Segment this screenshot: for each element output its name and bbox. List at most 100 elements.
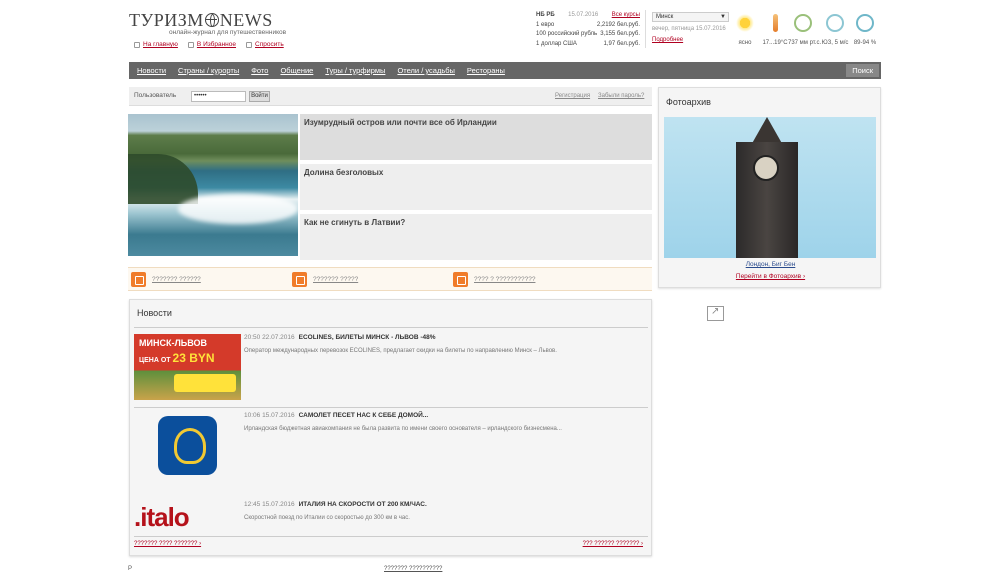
ask-link-label[interactable]: Спросить [255, 41, 284, 48]
thumb-price-prefix: ЦЕНА ОТ [139, 357, 171, 364]
news-thumbnail[interactable]: .italo [134, 501, 241, 533]
nav-item-news[interactable]: Новости [131, 66, 172, 75]
login-button[interactable]: Войти [249, 91, 270, 102]
question-icon [246, 41, 253, 48]
photo-archive-image[interactable] [664, 117, 876, 258]
featured-item[interactable]: Изумрудный остров или почти все об Ирлан… [300, 114, 652, 162]
news-date: 20:50 22.07.2016 [244, 334, 295, 341]
category-item[interactable]: ??????? ????? [292, 272, 358, 287]
globe-icon [204, 13, 219, 27]
weather-value: ЮЗ, 5 м/с [821, 40, 849, 46]
italo-logo: .italo [134, 501, 190, 532]
featured-image-rock [128, 154, 198, 204]
home-link[interactable]: На главную [134, 41, 178, 48]
category-strip: ??????? ?????? ??????? ????? ???? ? ????… [128, 267, 652, 291]
star-icon [187, 41, 194, 48]
category-label[interactable]: ???? ? ??????????? [474, 276, 535, 283]
news-thumbnail[interactable]: МИНСК-ЛЬВОВ ЦЕНА ОТ 23 BYN [134, 334, 241, 400]
news-excerpt: Ирландская бюджетная авиакомпания не был… [244, 426, 562, 432]
rate-row: 1 доллар США 1,97 бел.руб. [536, 40, 640, 50]
thumb-price-line: ЦЕНА ОТ 23 BYN [139, 351, 215, 365]
news-title: Новости [137, 308, 172, 318]
news-title-link[interactable]: ECOLINES, БИЛЕТЫ МИНСК - ЛЬВОВ -48% [299, 334, 436, 341]
bottom-text-left: Р [128, 566, 133, 572]
photo-archive-panel: Фотоархив Лондон, Биг Бен Перейти в Фото… [658, 87, 881, 288]
category-item[interactable]: ???? ? ??????????? [453, 272, 535, 287]
page: ТУРИЗМ NEWS онлайн-журнал для путешествен… [0, 0, 1007, 572]
rate-value: 1,97 бел.руб. [603, 40, 640, 47]
hotel-icon [453, 272, 468, 287]
news-head: 20:50 22.07.2016 ECOLINES, БИЛЕТЫ МИНСК -… [244, 334, 436, 341]
category-label[interactable]: ??????? ????? [313, 276, 358, 283]
header-links: На главную В Избранное Спросить [134, 41, 284, 48]
category-label[interactable]: ??????? ?????? [152, 276, 201, 283]
rate-name: 100 российский рубль [536, 31, 598, 37]
username-label: Пользователь [134, 92, 177, 99]
weather-value: 89-94 % [853, 40, 877, 46]
photo-archive-link[interactable]: Перейти в Фотоархив › [659, 273, 882, 280]
logo-wordmark: ТУРИЗМ NEWS [129, 10, 289, 31]
featured-item-title[interactable]: Как не сгинуть в Латвии? [304, 218, 405, 227]
weather-value: 737 мм рт.с. [788, 40, 822, 46]
featured-item[interactable]: Как не сгинуть в Латвии? [300, 214, 652, 262]
rate-name: 1 доллар США [536, 40, 577, 47]
news-date: 10:06 15.07.2016 [244, 412, 295, 419]
wind-icon [826, 14, 844, 32]
favorites-link[interactable]: В Избранное [187, 41, 236, 48]
logo-subtitle: онлайн-журнал для путешественников [169, 29, 287, 36]
rate-value: 2,2192 бел.руб. [596, 21, 640, 28]
favorites-link-label[interactable]: В Избранное [197, 41, 236, 48]
currency-rates: НБ РБ 15.07.2016 Все курсы 1 евро 2,2192 … [536, 11, 640, 49]
city-select[interactable]: Минск ▼ [652, 12, 729, 22]
nav-item-hotels[interactable]: Отели / усадьбы [391, 66, 460, 75]
news-excerpt: Оператор международных перевозок ECOLINE… [244, 348, 557, 354]
nav-item-community[interactable]: Общение [274, 66, 319, 75]
weather-item: 17...19°C [760, 14, 790, 46]
nav-item-countries[interactable]: Страны / курорты [172, 66, 245, 75]
news-excerpt: Скоростной поезд по Италии со скоростью … [244, 515, 410, 521]
weather-date: вечер, пятница 15.07.2016 [652, 26, 726, 32]
bottom-text-right[interactable]: ??????? ?????????? [384, 566, 442, 572]
chevron-down-icon: ▼ [720, 14, 726, 20]
news-item[interactable]: МИНСК-ЛЬВОВ ЦЕНА ОТ 23 BYN 20:50 22.07.2… [134, 334, 648, 410]
news-item[interactable]: 10:06 15.07.2016 САМОЛЕТ ПЕСЕТ НАС К СЕБЕ… [134, 412, 648, 488]
all-rates-link[interactable]: Все курсы [612, 11, 640, 21]
search-button[interactable]: Поиск [846, 64, 879, 77]
news-footer-left-link[interactable]: ??????? ???? ??????? › [134, 541, 201, 547]
all-news-link[interactable]: ??? ?????? ??????? › [583, 541, 643, 547]
city-select-value: Минск [656, 14, 674, 20]
featured-item-title[interactable]: Изумрудный остров или почти все об Ирлан… [304, 118, 497, 127]
featured-image[interactable] [128, 114, 298, 256]
news-thumbnail[interactable] [134, 412, 241, 478]
news-title-link[interactable]: ИТАЛИЯ НА СКОРОСТИ ОТ 200 КМ/ЧАС. [299, 501, 427, 508]
rates-title: НБ РБ [536, 12, 555, 18]
rate-name: 1 евро [536, 21, 555, 28]
news-divider [134, 327, 648, 328]
home-link-label[interactable]: На главную [143, 41, 178, 48]
nav-item-tours[interactable]: Туры / турфирмы [319, 66, 391, 75]
category-item[interactable]: ??????? ?????? [131, 272, 201, 287]
ask-link[interactable]: Спросить [246, 41, 284, 48]
forgot-password-link[interactable]: Забыли пароль? [598, 93, 644, 99]
photo-caption[interactable]: Лондон, Биг Бен [659, 261, 882, 268]
featured-item[interactable]: Долина безголовых [300, 164, 652, 212]
thumb-price: 23 BYN [172, 351, 215, 365]
expand-icon[interactable] [707, 306, 724, 321]
rates-date: 15.07.2016 [568, 12, 599, 18]
password-field[interactable]: •••••• [191, 91, 246, 102]
weather-item: 737 мм рт.с. [788, 14, 822, 46]
featured-item-title[interactable]: Долина безголовых [304, 168, 383, 177]
news-head: 10:06 15.07.2016 САМОЛЕТ ПЕСЕТ НАС К СЕБЕ… [244, 412, 428, 419]
main-nav: Новости Страны / курорты Фото Общение Ту… [129, 62, 881, 79]
logo-text-right: NEWS [219, 10, 273, 30]
weather-more-link[interactable]: Подробнее [652, 37, 683, 43]
rate-row: 1 евро 2,2192 бел.руб. [536, 21, 640, 31]
rates-header: НБ РБ 15.07.2016 Все курсы [536, 11, 640, 21]
nav-item-restaurants[interactable]: Рестораны [461, 66, 511, 75]
register-link[interactable]: Регистрация [555, 93, 590, 99]
weather-value: ясно [738, 40, 752, 46]
featured-image-foam [178, 194, 298, 224]
photo-archive-title: Фотоархив [666, 97, 711, 107]
nav-item-photo[interactable]: Фото [245, 66, 274, 75]
news-title-link[interactable]: САМОЛЕТ ПЕСЕТ НАС К СЕБЕ ДОМОЙ... [299, 412, 429, 419]
